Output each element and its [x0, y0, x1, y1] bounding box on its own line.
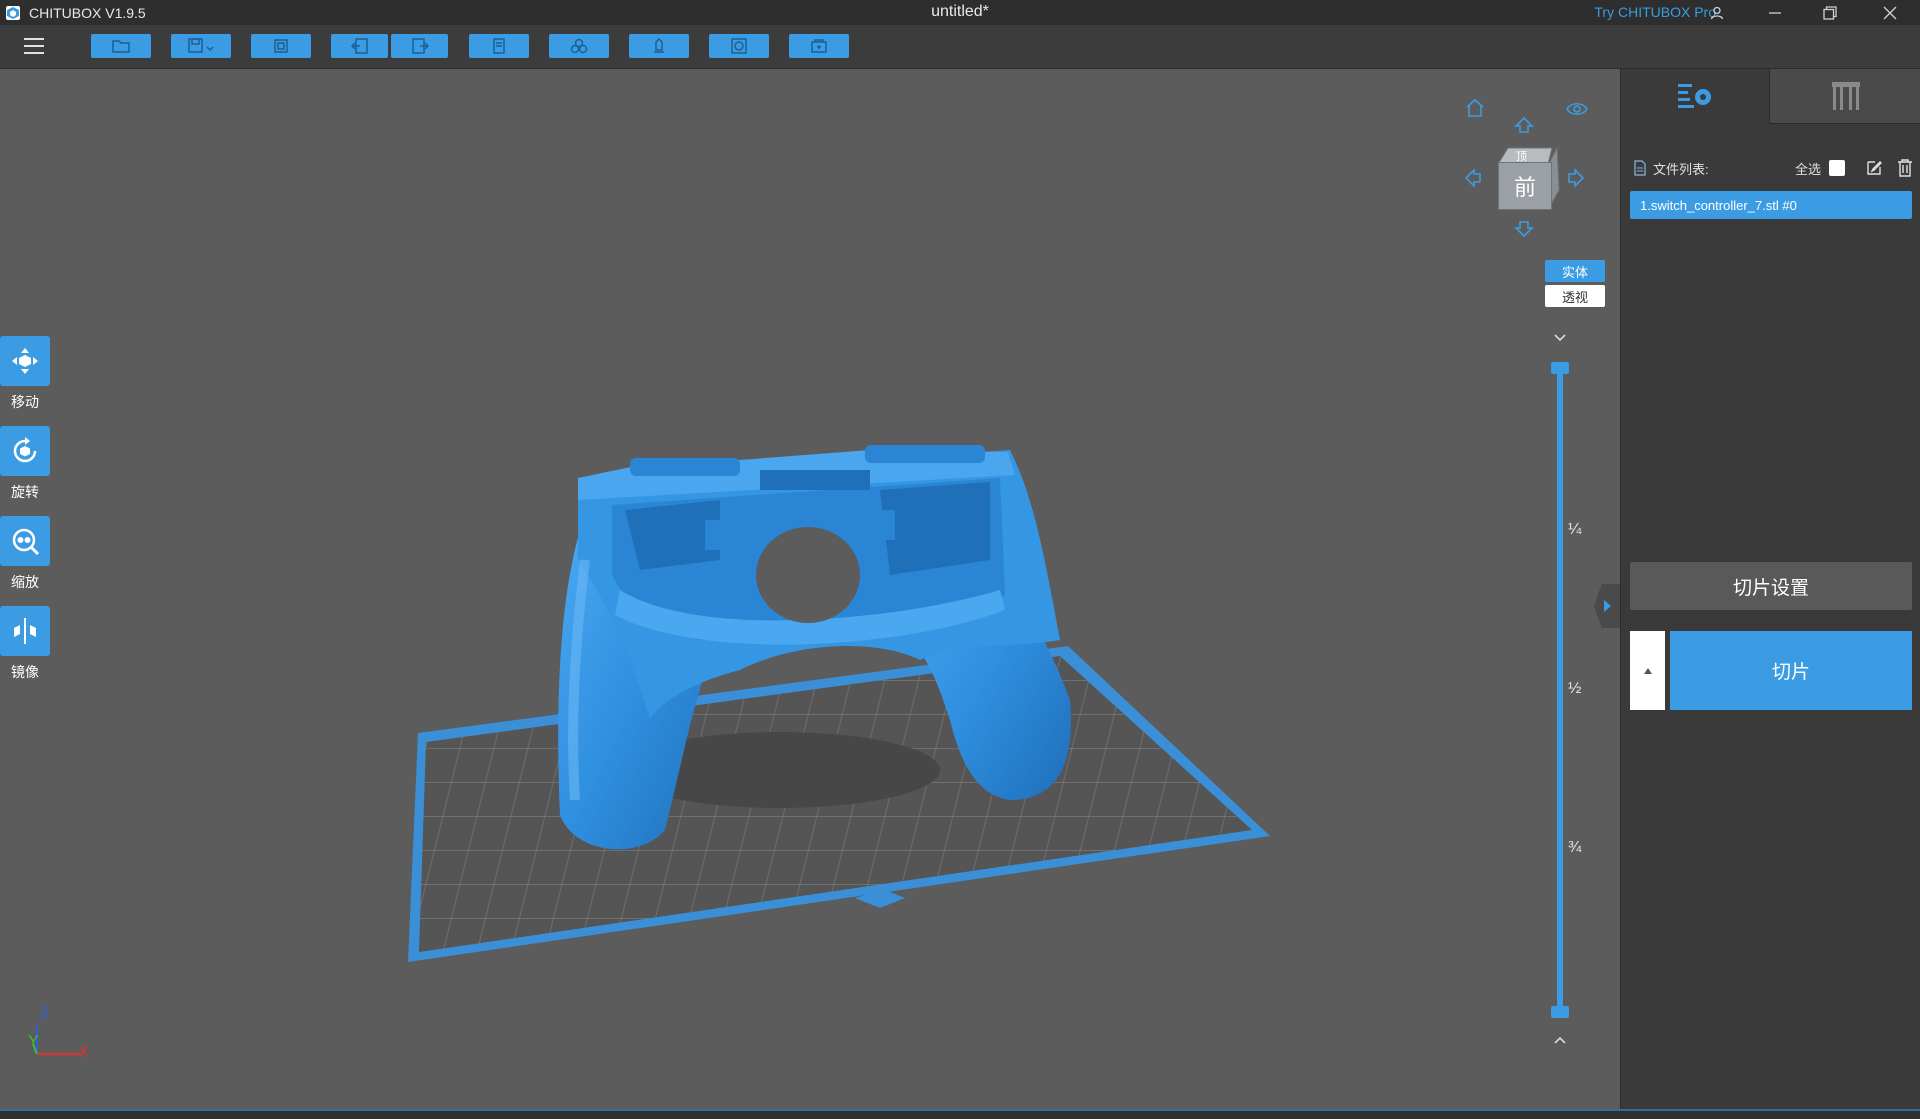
layer-slider-track[interactable]: [1557, 368, 1563, 1012]
slice-options-button[interactable]: [1630, 631, 1665, 710]
minimize-button[interactable]: [1750, 0, 1800, 25]
chevron-up-icon: [1554, 1036, 1566, 1044]
rotate-tool-label: 旋转: [11, 484, 39, 500]
hamburger-menu-icon[interactable]: [22, 36, 46, 56]
redo-button[interactable]: [391, 34, 448, 58]
slider-mark-half: ½: [1568, 680, 1582, 697]
status-bar: [0, 1109, 1920, 1119]
mirror-tool-label: 镜像: [11, 664, 39, 680]
select-all-label: 全选: [1794, 161, 1821, 177]
user-icon: [1710, 6, 1724, 19]
copy-button[interactable]: [469, 34, 529, 58]
right-panel: 文件列表: 全选 1.switch_controller_7.stl #0 切片…: [1620, 69, 1920, 1109]
slice-settings-button[interactable]: 切片设置: [1630, 562, 1912, 610]
slice-button[interactable]: 切片: [1670, 631, 1912, 710]
file-list-label: 文件列表:: [1653, 161, 1709, 177]
mirror-icon: [14, 618, 36, 644]
scale-tool[interactable]: 缩放: [0, 516, 50, 592]
view-cube-front[interactable]: 前: [1498, 162, 1552, 210]
file-list-item[interactable]: 1.switch_controller_7.stl #0: [1630, 191, 1912, 219]
tab-settings[interactable]: [1621, 69, 1769, 123]
move-tool-label: 移动: [11, 394, 39, 410]
scale-icon: [12, 528, 40, 556]
open-file-button[interactable]: [91, 34, 151, 58]
rotate-up-button[interactable]: [1514, 116, 1534, 139]
rotate-down-button[interactable]: [1514, 220, 1534, 243]
copy-icon: [493, 38, 505, 54]
app-title: CHITUBOX V1.9.5: [29, 4, 146, 21]
main-toolbar: [0, 25, 1920, 69]
chitubox-logo-icon: [6, 5, 20, 20]
redo-icon: [411, 38, 429, 54]
scene-canvas: [408, 445, 1270, 962]
dig-hole-icon: [731, 38, 747, 54]
supports-icon: [1832, 82, 1860, 110]
auto-layout-button[interactable]: [251, 34, 311, 58]
support-button[interactable]: [629, 34, 689, 58]
save-icon: [188, 38, 214, 53]
solid-mode-button[interactable]: 实体: [1545, 260, 1605, 282]
trash-icon[interactable]: [1897, 159, 1913, 177]
arrow-up-icon: [1514, 116, 1534, 133]
rotate-tool[interactable]: 旋转: [0, 426, 50, 502]
auto-layout-icon: [274, 39, 288, 53]
save-button[interactable]: [171, 34, 231, 58]
close-button[interactable]: [1865, 0, 1915, 25]
restore-icon: [1823, 5, 1837, 20]
arrow-right-icon: [1568, 168, 1585, 188]
axis-y-label: Y: [28, 1033, 39, 1050]
file-list-header: 文件列表: 全选: [1633, 157, 1913, 179]
scale-tool-button[interactable]: [0, 516, 50, 566]
arrow-down-icon: [1514, 221, 1534, 238]
move-tool[interactable]: 移动: [0, 336, 50, 412]
home-view-button[interactable]: [1464, 97, 1486, 124]
eye-icon: [1566, 102, 1588, 116]
slider-down-button[interactable]: [1553, 331, 1567, 350]
visibility-button[interactable]: [1565, 100, 1589, 123]
layer-slider-top-thumb[interactable]: [1551, 362, 1569, 374]
move-icon: [12, 348, 38, 374]
undo-icon: [350, 38, 368, 54]
triangle-up-icon: [1643, 667, 1652, 674]
document-icon: [1634, 160, 1646, 176]
title-bar: CHITUBOX V1.9.5 untitled* Try CHITUBOX P…: [0, 0, 1920, 25]
edit-icon[interactable]: [1865, 159, 1883, 177]
hollow-icon: [570, 38, 588, 54]
add-platform-button[interactable]: [789, 34, 849, 58]
select-all-checkbox[interactable]: [1829, 160, 1845, 176]
layer-slider-bottom-thumb[interactable]: [1551, 1006, 1569, 1018]
hollow-button[interactable]: [549, 34, 609, 58]
undo-button[interactable]: [331, 34, 388, 58]
axis-z-label: Z: [40, 1005, 50, 1022]
minimize-icon: [1769, 11, 1781, 14]
dig-hole-button[interactable]: [709, 34, 769, 58]
arrow-left-icon: [1464, 168, 1481, 188]
close-icon: [1883, 6, 1897, 19]
slider-mark-three-quarter: ¾: [1568, 839, 1582, 856]
rotate-left-button[interactable]: [1464, 167, 1482, 194]
mirror-tool[interactable]: 镜像: [0, 606, 50, 682]
folder-icon: [112, 40, 130, 53]
account-button[interactable]: [1692, 0, 1742, 25]
axis-x-label: X: [78, 1044, 89, 1061]
settings-list-icon: [1678, 84, 1711, 108]
rotate-right-button[interactable]: [1567, 167, 1585, 194]
rotate-icon: [13, 437, 37, 463]
support-icon: [654, 38, 664, 53]
3d-viewport[interactable]: 移动 旋转 缩放 镜像 Z Y X: [0, 69, 1620, 1109]
chevron-down-icon: [1554, 334, 1566, 342]
slider-mark-quarter: ¼: [1568, 521, 1582, 538]
scale-tool-label: 缩放: [11, 574, 39, 590]
triangle-right-icon: [1604, 600, 1611, 612]
mirror-tool-button[interactable]: [0, 606, 50, 656]
tab-supports[interactable]: [1769, 69, 1920, 124]
rotate-tool-button[interactable]: [0, 426, 50, 476]
slider-up-button[interactable]: [1553, 1033, 1567, 1052]
home-icon: [1466, 98, 1484, 117]
platform-icon: [811, 39, 827, 53]
perspective-mode-button[interactable]: 透视: [1545, 285, 1605, 307]
move-tool-button[interactable]: [0, 336, 50, 386]
restore-button[interactable]: [1805, 0, 1855, 25]
